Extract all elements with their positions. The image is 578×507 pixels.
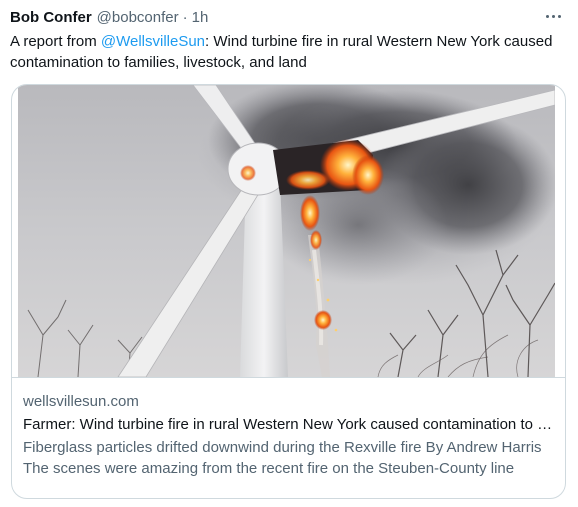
tweet: Bob Confer @bobconfer · 1h A report from… [0,0,578,507]
separator-dot: · [182,8,188,26]
more-options-button[interactable] [542,6,564,26]
author-handle[interactable]: @bobconfer [97,9,179,26]
card-description: Fiberglass particles drifted downwind du… [23,439,542,477]
tweet-header: Bob Confer @bobconfer · 1h [10,6,208,28]
more-horizontal-icon [544,14,562,18]
tweet-text: A report from @WellsvilleSun: Wind turbi… [10,31,565,73]
link-card[interactable]: wellsvillesun.com Farmer: Wind turbine f… [11,84,566,499]
tweet-timestamp[interactable]: 1h [192,9,209,26]
card-title: Farmer: Wind turbine fire in rural Weste… [23,416,553,433]
author-name[interactable]: Bob Confer [10,9,92,26]
card-domain: wellsvillesun.com [23,393,139,410]
card-body: wellsvillesun.com Farmer: Wind turbine f… [12,377,565,498]
wind-turbine-fire-photo [18,85,555,377]
card-image[interactable] [18,85,555,377]
tweet-text-prefix: A report from [10,33,101,50]
mention-link[interactable]: @WellsvilleSun [101,33,205,50]
